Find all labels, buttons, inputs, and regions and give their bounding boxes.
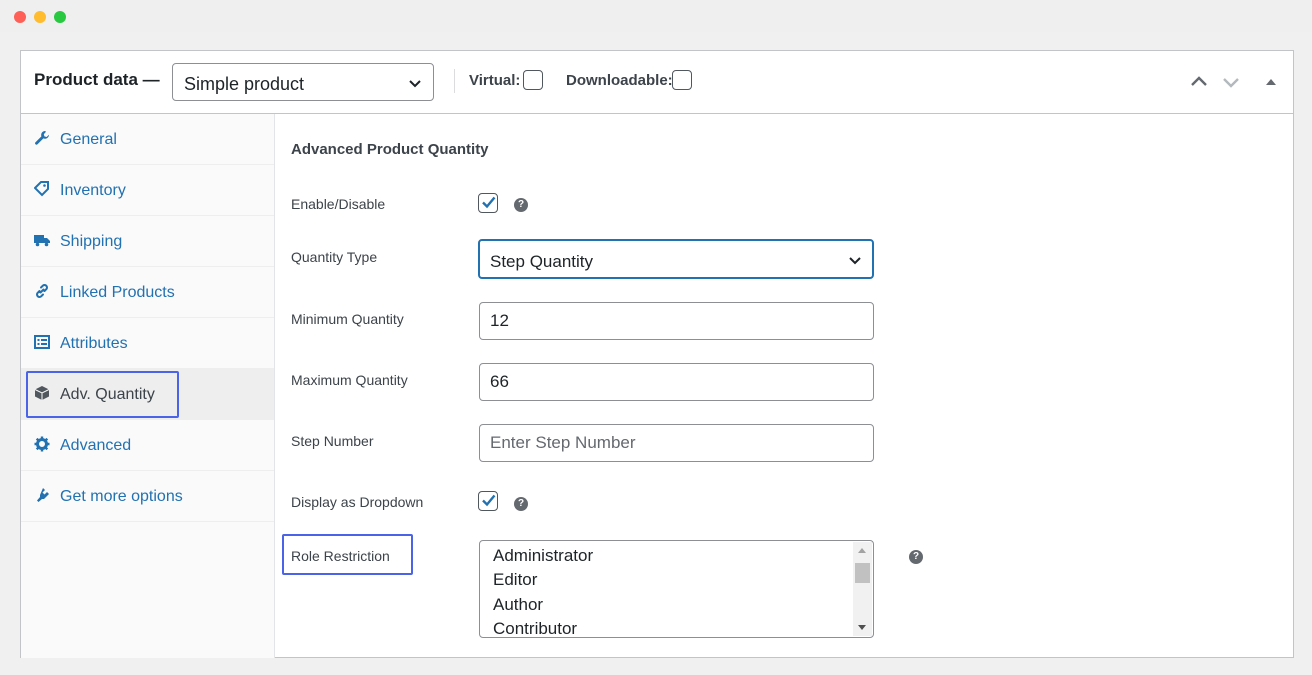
role-restriction-listbox[interactable]: Administrator Editor Author Contributor xyxy=(479,540,874,638)
header-divider xyxy=(454,69,455,93)
chevron-up-icon[interactable] xyxy=(1189,72,1209,92)
product-data-panel: Product data — Simple product Virtual: D… xyxy=(20,50,1294,658)
sidebar-item-advanced[interactable]: Advanced xyxy=(21,420,274,471)
sidebar-item-get-more-options[interactable]: Get more options xyxy=(21,471,274,522)
adv-quantity-highlight xyxy=(26,371,179,418)
panel-header: Product data — Simple product Virtual: D… xyxy=(21,51,1293,114)
close-window-button[interactable] xyxy=(14,11,26,23)
quantity-type-label: Quantity Type xyxy=(291,249,378,265)
quantity-type-value: Step Quantity xyxy=(490,252,594,271)
sidebar-item-label: General xyxy=(60,131,117,148)
wrench-icon xyxy=(35,131,49,145)
display-dropdown-label: Display as Dropdown xyxy=(291,494,424,510)
panel-title: Product data — xyxy=(34,70,160,89)
section-title: Advanced Product Quantity xyxy=(291,141,489,158)
checkmark-icon xyxy=(482,196,496,209)
listbox-scrollbar[interactable] xyxy=(853,542,872,636)
minimize-window-button[interactable] xyxy=(34,11,46,23)
enable-label: Enable/Disable xyxy=(291,196,386,212)
role-option[interactable]: Administrator xyxy=(493,546,593,566)
display-dropdown-checkbox[interactable] xyxy=(478,491,498,511)
product-data-tabs: General Inventory Shipping Linked Produc… xyxy=(21,114,275,658)
role-option[interactable]: Author xyxy=(493,595,543,615)
min-quantity-label: Minimum Quantity xyxy=(291,311,404,327)
downloadable-label: Downloadable: xyxy=(566,72,673,89)
help-icon[interactable]: ? xyxy=(514,198,528,212)
adv-quantity-panel: Advanced Product Quantity Enable/Disable… xyxy=(276,114,1293,658)
window-titlebar xyxy=(0,0,1312,32)
help-icon[interactable]: ? xyxy=(514,497,528,511)
sidebar-item-label: Attributes xyxy=(60,335,128,352)
product-type-select[interactable]: Simple product xyxy=(172,63,434,101)
maximize-window-button[interactable] xyxy=(54,11,66,23)
step-number-input[interactable] xyxy=(479,424,874,462)
sidebar-item-general[interactable]: General xyxy=(21,114,274,165)
sidebar-item-attributes[interactable]: Attributes xyxy=(21,318,274,369)
help-icon[interactable]: ? xyxy=(909,550,923,564)
step-number-label: Step Number xyxy=(291,433,374,449)
chevron-down-icon[interactable] xyxy=(1221,72,1241,92)
truck-icon xyxy=(34,235,50,247)
chevron-down-icon xyxy=(409,80,421,88)
scroll-down-icon[interactable] xyxy=(858,625,866,630)
role-option[interactable]: Editor xyxy=(493,570,537,590)
product-type-value: Simple product xyxy=(184,74,305,94)
sidebar-item-linked-products[interactable]: Linked Products xyxy=(21,267,274,318)
role-option[interactable]: Contributor xyxy=(493,619,577,637)
plugin-icon xyxy=(37,488,49,502)
sidebar-item-inventory[interactable]: Inventory xyxy=(21,165,274,216)
scrollbar-thumb[interactable] xyxy=(855,563,870,583)
min-quantity-input[interactable] xyxy=(479,302,874,340)
downloadable-checkbox[interactable] xyxy=(672,70,692,90)
scroll-up-icon[interactable] xyxy=(858,548,866,553)
sidebar-item-label: Advanced xyxy=(60,437,132,454)
gear-icon xyxy=(34,436,50,452)
sidebar-item-label: Linked Products xyxy=(60,284,175,301)
collapse-toggle-icon[interactable] xyxy=(1261,72,1281,92)
sidebar-item-shipping[interactable]: Shipping xyxy=(21,216,274,267)
enable-checkbox[interactable] xyxy=(478,193,498,213)
max-quantity-label: Maximum Quantity xyxy=(291,372,408,388)
chevron-down-icon xyxy=(849,257,861,265)
checkmark-icon xyxy=(482,494,496,507)
quantity-type-select[interactable]: Step Quantity xyxy=(478,239,874,279)
virtual-label: Virtual: xyxy=(469,72,521,89)
max-quantity-input[interactable] xyxy=(479,363,874,401)
sidebar-item-label: Inventory xyxy=(60,182,126,199)
virtual-checkbox[interactable] xyxy=(523,70,543,90)
role-restriction-highlight xyxy=(282,534,413,575)
link-icon xyxy=(36,284,48,298)
sidebar-item-label: Shipping xyxy=(60,233,123,250)
tag-icon xyxy=(34,181,49,197)
list-icon xyxy=(34,335,50,349)
sidebar-item-label: Get more options xyxy=(60,488,183,505)
